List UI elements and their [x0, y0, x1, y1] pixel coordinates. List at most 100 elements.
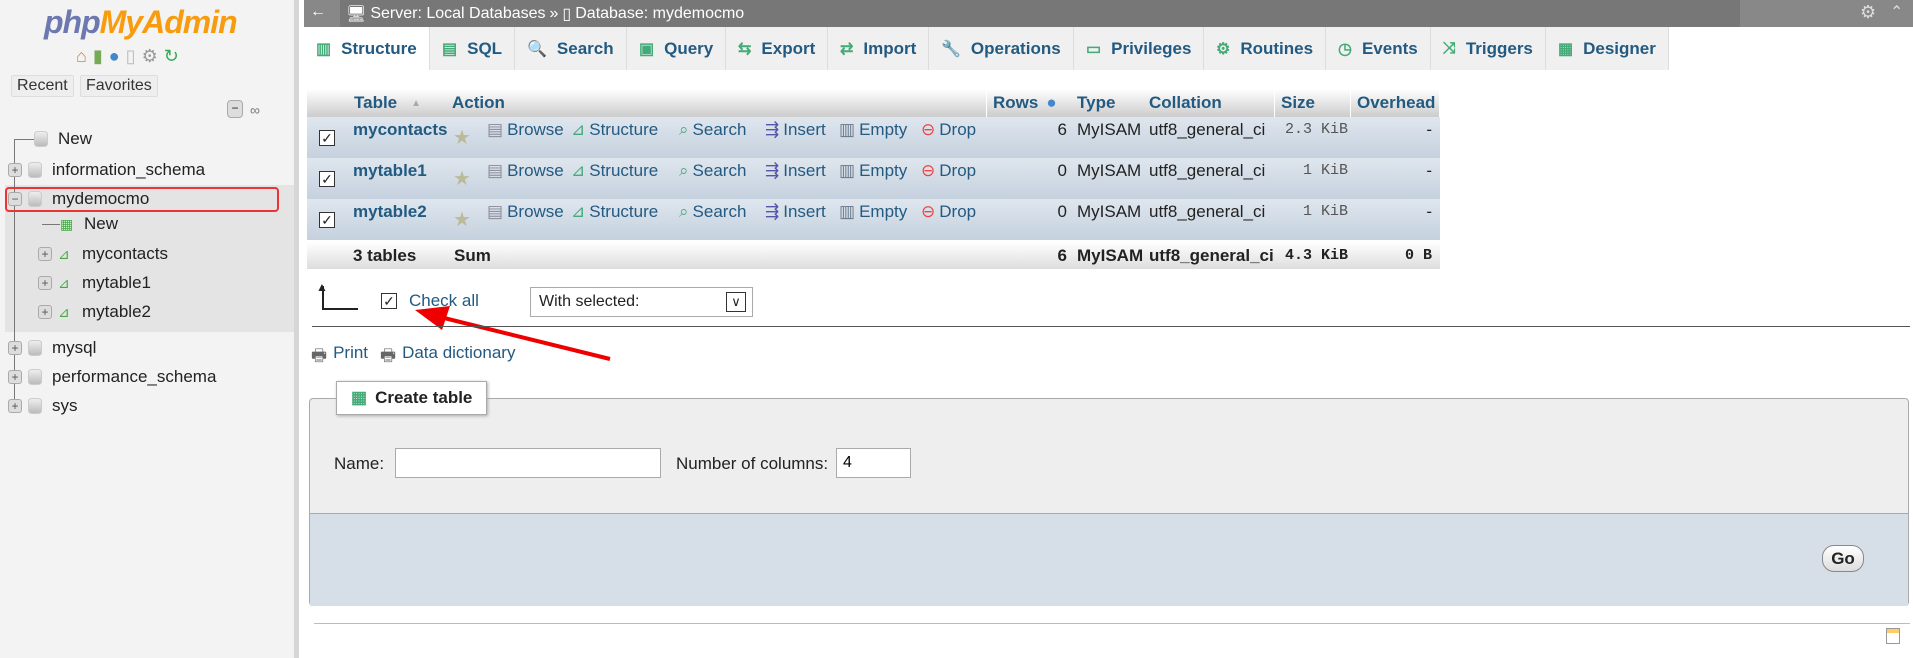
reload-icon[interactable]: ↻	[164, 46, 179, 67]
number-of-columns-input[interactable]	[836, 448, 911, 478]
structure-action[interactable]: ⊿ Structure	[571, 109, 658, 150]
tab-query[interactable]: ▣ Query	[627, 27, 727, 70]
expand-icon[interactable]: +	[8, 399, 22, 413]
empty-action[interactable]: ▥ Empty	[839, 150, 907, 191]
structure-icon: ⊿	[571, 119, 586, 139]
arrow-head: ▲	[316, 280, 328, 294]
browse-action[interactable]: ▤ Browse	[487, 150, 564, 191]
favorite-star-icon[interactable]: ★	[453, 158, 471, 199]
tree-item-mycontacts[interactable]: + ⊿ mycontacts	[0, 240, 294, 268]
print-icon: 🖶	[380, 346, 397, 365]
row-size[interactable]: 2.3 KiB	[1285, 109, 1348, 150]
breadcrumb-database[interactable]: Database: mydemocmo	[575, 5, 744, 23]
row-checkbox[interactable]: ✓	[319, 170, 335, 187]
expand-icon[interactable]: +	[38, 247, 52, 261]
tab-routines[interactable]: ⚙ Routines	[1204, 27, 1327, 70]
tab-import[interactable]: ⇄ Import	[828, 27, 930, 70]
tab-sql[interactable]: ▤ SQL	[430, 27, 516, 70]
favorite-star-icon[interactable]: ★	[453, 117, 471, 158]
drop-action[interactable]: ⊖ Drop	[921, 150, 976, 191]
favorite-star-icon[interactable]: ★	[453, 199, 471, 240]
tree-item-information-schema[interactable]: + information_schema	[0, 156, 294, 184]
row-overhead: -	[1426, 160, 1432, 180]
row-size[interactable]: 1 KiB	[1303, 191, 1348, 232]
tree-item-New[interactable]: ▦ New	[0, 210, 294, 238]
logout-icon[interactable]: ▮	[93, 46, 103, 67]
search-action[interactable]: ⌕ Search	[679, 191, 746, 232]
tab-designer[interactable]: ▦ Designer	[1546, 27, 1669, 70]
structure-action[interactable]: ⊿ Structure	[571, 150, 658, 191]
row-count: 0	[1057, 160, 1067, 180]
tab-structure[interactable]: ▥ Structure	[304, 27, 430, 70]
insert-action[interactable]: ⇶ Insert	[765, 109, 826, 150]
back-icon[interactable]: ←	[310, 3, 326, 21]
docs-icon[interactable]: ▯	[126, 46, 136, 67]
settings-icon[interactable]: ⚙	[142, 46, 158, 67]
tab-search[interactable]: 🔍 Search	[515, 27, 627, 70]
tree-item-mysql[interactable]: + mysql	[0, 334, 294, 362]
browse-action[interactable]: ▤ Browse	[487, 109, 564, 150]
tree-item-New[interactable]: New	[0, 125, 294, 153]
row-checkbox[interactable]: ✓	[319, 129, 335, 146]
insert-action[interactable]: ⇶ Insert	[765, 191, 826, 232]
summary-row: 3 tables Sum 6 MyISAM utf8_general_ci 4.…	[307, 242, 1440, 269]
tab-operations[interactable]: 🔧 Operations	[929, 27, 1074, 70]
tab-events[interactable]: ◷ Events	[1326, 27, 1431, 70]
help-icon[interactable]: ●	[1046, 93, 1056, 113]
print-link[interactable]: 🖶 Print	[311, 343, 368, 372]
expand-icon[interactable]: +	[8, 163, 22, 177]
go-button[interactable]: Go	[1822, 545, 1864, 572]
query-icon: ▣	[639, 40, 655, 58]
tree-item-performance-schema[interactable]: + performance_schema	[0, 363, 294, 391]
row-checkbox[interactable]: ✓	[319, 211, 335, 228]
favorites-button[interactable]: Favorites	[80, 75, 158, 97]
data-dictionary-link[interactable]: 🖶 Data dictionary	[380, 343, 515, 372]
tree-item-mytable2[interactable]: + ⊿ mytable2	[0, 298, 294, 326]
table-name-input[interactable]	[395, 448, 661, 478]
recent-button[interactable]: Recent	[11, 75, 74, 97]
phpmyadmin-logo[interactable]: phpMyAdmin	[44, 4, 238, 41]
expand-icon[interactable]: +	[38, 305, 52, 319]
sum-rows: 6	[1057, 246, 1067, 265]
expand-icon[interactable]: +	[8, 370, 22, 384]
search-action[interactable]: ⌕ Search	[679, 150, 746, 191]
collapse-icon[interactable]: ⌃	[1890, 2, 1903, 22]
insert-action[interactable]: ⇶ Insert	[765, 150, 826, 191]
empty-action[interactable]: ▥ Empty	[839, 109, 907, 150]
breadcrumb-server[interactable]: Server: Local Databases	[370, 5, 545, 23]
tab-export[interactable]: ⇆ Export	[726, 27, 829, 70]
table-row: ✓ mytable2 ★ ▤ Browse ⊿ Structure ⌕ Search ⇶ Inser…	[307, 199, 1440, 240]
sum-overhead: 0 B	[1404, 247, 1432, 264]
settings-icon[interactable]: ⚙	[1860, 2, 1876, 23]
tab-triggers[interactable]: ⤨ Triggers	[1431, 27, 1546, 70]
empty-action[interactable]: ▥ Empty	[839, 191, 907, 232]
expand-icon[interactable]: +	[8, 341, 22, 355]
row-size[interactable]: 1 KiB	[1303, 150, 1348, 191]
create-table-legend: ▦ Create table	[336, 381, 488, 415]
help-icon[interactable]: ●	[109, 46, 120, 67]
tree-item-mytable1[interactable]: + ⊿ mytable1	[0, 269, 294, 297]
tree-item-sys[interactable]: + sys	[0, 392, 294, 420]
row-type: MyISAM	[1077, 201, 1142, 221]
console-icon[interactable]	[1886, 628, 1900, 644]
database-icon: ▯	[562, 5, 572, 23]
tab-privileges[interactable]: ▭ Privileges	[1074, 27, 1205, 70]
link-icon[interactable]: ∞	[250, 102, 260, 118]
check-all-checkbox[interactable]: ✓	[381, 293, 397, 309]
search-action[interactable]: ⌕ Search	[679, 109, 746, 150]
chevron-down-icon[interactable]: ∨	[726, 292, 746, 312]
table-icon: ⊿	[58, 304, 70, 320]
tree-item-label: sys	[52, 396, 78, 415]
browse-action[interactable]: ▤ Browse	[487, 191, 564, 232]
create-table-footer	[310, 513, 1908, 606]
structure-action[interactable]: ⊿ Structure	[571, 191, 658, 232]
home-icon[interactable]: ⌂	[76, 46, 87, 67]
table-name-link[interactable]: mytable1	[353, 150, 427, 191]
collapse-all-icon[interactable]: −	[227, 100, 243, 118]
drop-action[interactable]: ⊖ Drop	[921, 191, 976, 232]
table-name-link[interactable]: mytable2	[353, 191, 427, 232]
sum-size: 4.3 KiB	[1284, 247, 1348, 264]
drop-action[interactable]: ⊖ Drop	[921, 109, 976, 150]
table-name-link[interactable]: mycontacts	[353, 109, 447, 150]
expand-icon[interactable]: +	[38, 276, 52, 290]
